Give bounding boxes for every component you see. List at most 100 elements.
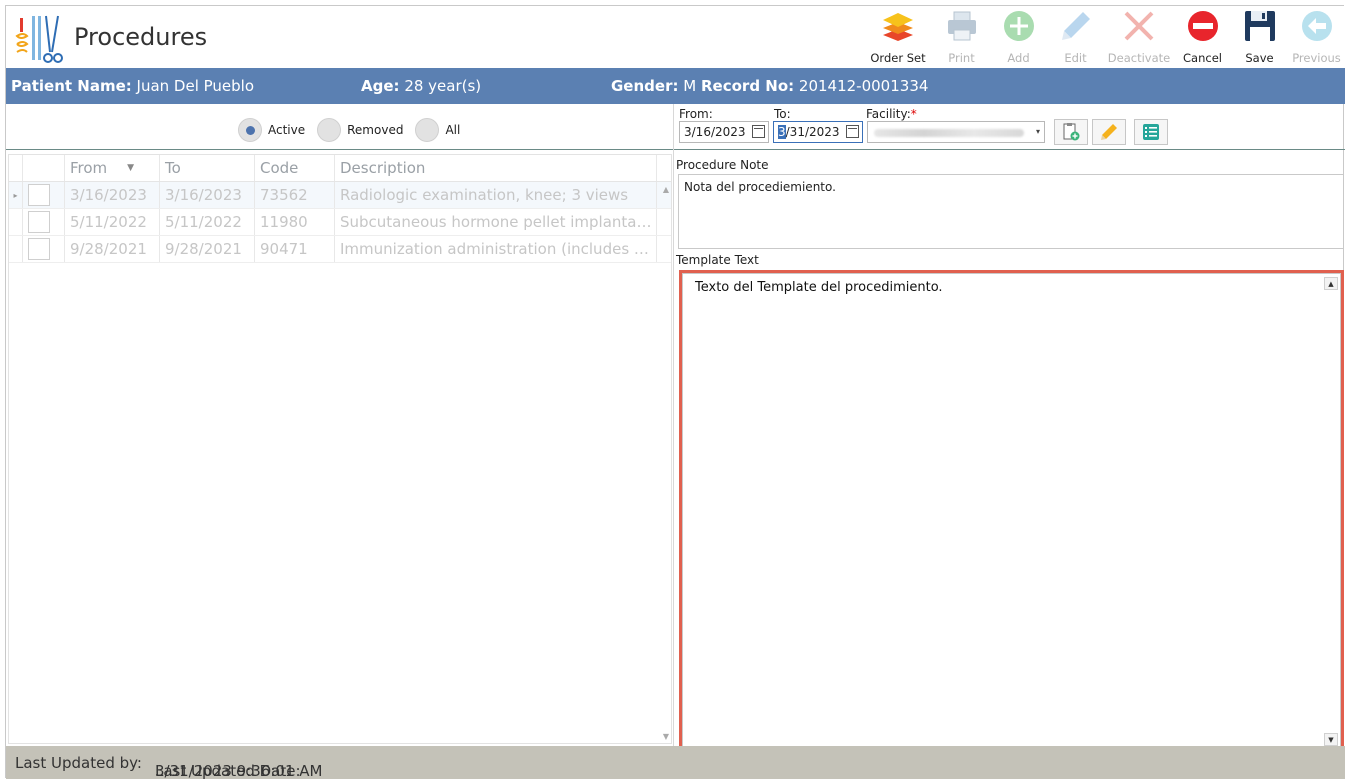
- cell-from: 5/11/2022: [65, 209, 160, 235]
- cell-code: 73562: [255, 182, 335, 208]
- add-label: Add: [1007, 51, 1030, 65]
- page-title: Procedures: [74, 23, 208, 51]
- header-scroll-spacer: [657, 155, 671, 181]
- radio-active-label: Active: [268, 123, 306, 137]
- radio-all[interactable]: All: [415, 118, 460, 142]
- cell-code: 90471: [255, 236, 335, 262]
- cell-to: 9/28/2021: [160, 236, 255, 262]
- radio-all-label: All: [445, 123, 461, 137]
- save-button[interactable]: Save: [1231, 6, 1288, 68]
- column-description[interactable]: Description: [335, 155, 657, 181]
- from-label: From:: [679, 107, 713, 121]
- procedure-note-field[interactable]: Nota del procediemiento.: [678, 174, 1344, 249]
- cell-to: 5/11/2022: [160, 209, 255, 235]
- layers-icon: [883, 13, 913, 41]
- template-text-label: Template Text: [676, 253, 759, 267]
- print-label: Print: [948, 51, 975, 65]
- to-date-value: 3/31/2023: [778, 125, 840, 139]
- table-row[interactable]: 5/11/2022 5/11/2022 11980 Subcutaneous h…: [9, 209, 671, 236]
- add-button[interactable]: Add: [990, 6, 1047, 68]
- radio-active[interactable]: Active: [238, 118, 305, 142]
- template-text-highlight: Texto del Template del procedimiento. ▲ …: [679, 270, 1344, 753]
- row-checkbox[interactable]: [28, 184, 50, 206]
- radio-removed-circle[interactable]: [317, 118, 342, 142]
- date-filter-row: From: 3/16/2023 To: 3/31/2023 Facility:*…: [674, 104, 1345, 150]
- save-label: Save: [1245, 51, 1274, 65]
- table-row[interactable]: 9/28/2021 9/28/2021 90471 Immunization a…: [9, 236, 671, 263]
- status-filter: Active Removed All: [6, 104, 673, 150]
- patient-info-bar: Patient Name: Juan Del Pueblo Age: 28 ye…: [6, 68, 1345, 104]
- template-text-field[interactable]: Texto del Template del procedimiento. ▲ …: [682, 273, 1341, 750]
- cell-code: 11980: [255, 209, 335, 235]
- scroll-up-icon[interactable]: ▲: [1324, 277, 1338, 290]
- facility-value-redacted: [874, 129, 1024, 137]
- column-code[interactable]: Code: [255, 155, 335, 181]
- scroll-up-icon[interactable]: ▲: [663, 185, 669, 194]
- previous-label: Previous: [1292, 51, 1341, 65]
- floppy-icon: [1244, 11, 1275, 41]
- row-checkbox[interactable]: [28, 238, 50, 260]
- procedures-list-pane: Active Removed All From ▼ To Code Descri…: [6, 104, 673, 746]
- last-updated-by-label: Last Updated by:: [15, 754, 142, 772]
- scroll-down-icon[interactable]: ▼: [663, 732, 669, 741]
- checklist-button[interactable]: [1134, 119, 1168, 145]
- edit-label: Edit: [1064, 51, 1087, 65]
- pencil-icon: [1061, 12, 1090, 40]
- toolbar: Order Set Print Add Edit Deactivate Canc…: [863, 6, 1345, 68]
- deactivate-button[interactable]: Deactivate: [1104, 6, 1174, 68]
- radio-removed[interactable]: Removed: [317, 118, 403, 142]
- print-button[interactable]: Print: [933, 6, 990, 68]
- table-row[interactable]: ▸ 3/16/2023 3/16/2023 73562 Radiologic e…: [9, 182, 671, 209]
- procedures-grid: From ▼ To Code Description ▸ 3/16/2023 3/…: [8, 154, 672, 744]
- status-footer: Last Updated by: Last Updated Date: 3/31…: [6, 746, 1345, 780]
- arrow-left-icon: [1301, 11, 1332, 41]
- facility-select[interactable]: ▾: [867, 121, 1045, 143]
- facility-label: Facility:*: [866, 107, 917, 121]
- cell-description: Immunization administration (includes pe…: [340, 240, 652, 258]
- procedure-detail-pane: From: 3/16/2023 To: 3/31/2023 Facility:*…: [674, 104, 1345, 753]
- calendar-icon[interactable]: [752, 125, 765, 138]
- deactivate-label: Deactivate: [1107, 51, 1171, 65]
- patient-age: Age: 28 year(s): [361, 77, 482, 95]
- pencil-icon: [1101, 124, 1117, 140]
- dropdown-arrow-icon[interactable]: ▾: [1036, 127, 1040, 136]
- column-to[interactable]: To: [160, 155, 255, 181]
- calendar-icon[interactable]: [846, 125, 859, 138]
- cell-description: Subcutaneous hormone pellet implantatio.…: [340, 213, 652, 231]
- grid-header: From ▼ To Code Description: [9, 155, 671, 182]
- radio-active-circle[interactable]: [238, 118, 262, 142]
- edit-note-button[interactable]: [1092, 119, 1126, 145]
- edit-button[interactable]: Edit: [1047, 6, 1104, 68]
- patient-gender: Gender: M: [611, 77, 697, 95]
- cancel-button[interactable]: Cancel: [1174, 6, 1231, 68]
- cell-to: 3/16/2023: [160, 182, 255, 208]
- scroll-down-icon[interactable]: ▼: [1324, 733, 1338, 746]
- radio-all-circle[interactable]: [415, 118, 440, 142]
- printer-icon: [947, 11, 976, 41]
- add-note-button[interactable]: [1054, 119, 1088, 145]
- procedures-window: Procedures Order Set Print Add Edit Deac…: [5, 5, 1345, 780]
- checklist-icon: [1143, 124, 1159, 140]
- header: Procedures Order Set Print Add Edit Deac…: [6, 6, 1345, 68]
- header-select: [23, 155, 65, 181]
- to-date-picker[interactable]: 3/31/2023: [773, 121, 863, 143]
- radio-removed-label: Removed: [347, 123, 404, 137]
- x-icon: [1124, 11, 1154, 41]
- row-checkbox[interactable]: [28, 211, 50, 233]
- previous-button[interactable]: Previous: [1288, 6, 1345, 68]
- template-text-value: Texto del Template del procedimiento.: [695, 280, 943, 295]
- cancel-icon: [1187, 11, 1218, 41]
- order-set-button[interactable]: Order Set: [863, 6, 933, 68]
- sort-arrow-icon: ▼: [127, 163, 135, 173]
- header-indicator: [9, 155, 23, 181]
- from-date-picker[interactable]: 3/16/2023: [679, 121, 769, 143]
- procedures-logo-icon: [14, 10, 70, 66]
- column-from[interactable]: From ▼: [65, 155, 160, 181]
- cell-from: 9/28/2021: [65, 236, 160, 262]
- from-date-value: 3/16/2023: [684, 125, 746, 139]
- order-set-label: Order Set: [870, 51, 926, 65]
- patient-record-no: Record No: 201412-0001334: [701, 77, 929, 95]
- procedure-note-label: Procedure Note: [676, 158, 769, 172]
- cell-from: 3/16/2023: [65, 182, 160, 208]
- plus-icon: [1003, 11, 1034, 41]
